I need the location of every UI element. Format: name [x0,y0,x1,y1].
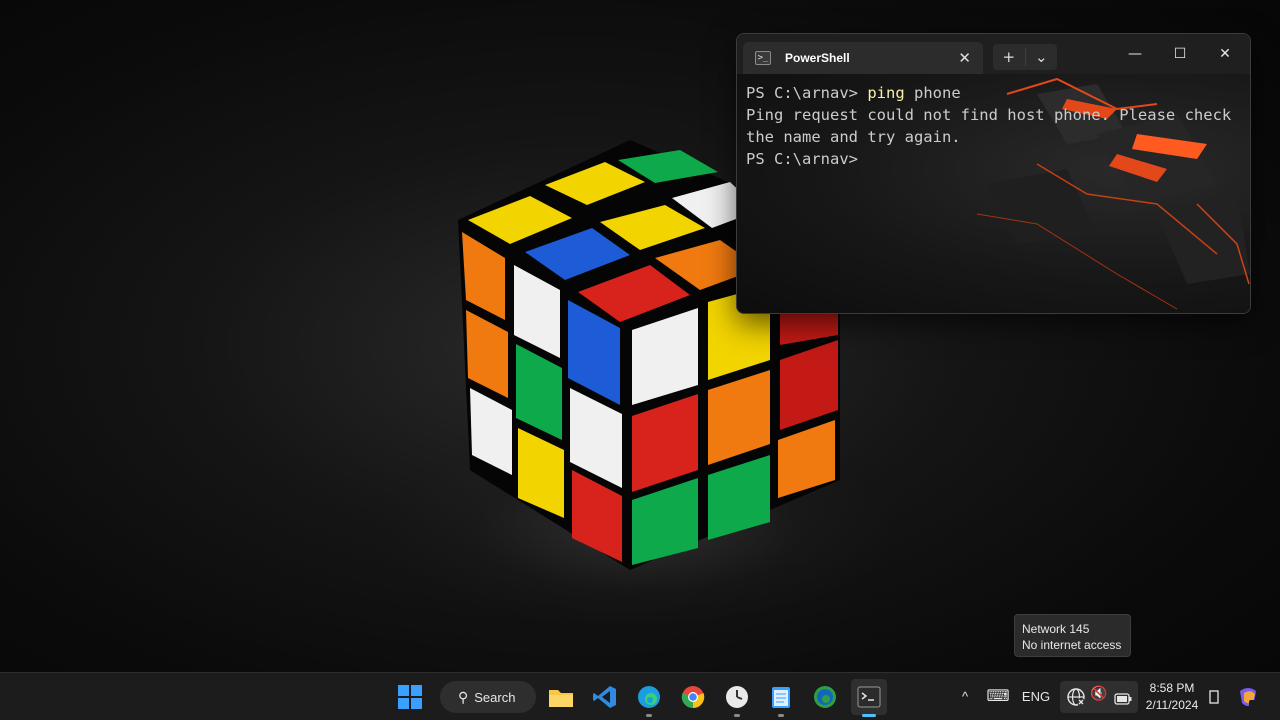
notepad-icon[interactable] [763,679,799,717]
close-tab-icon[interactable]: ✕ [958,48,971,68]
clock-app-icon[interactable] [719,679,755,717]
copilot-icon[interactable] [1230,679,1266,715]
prompt: PS C:\arnav> [746,150,858,168]
system-clock[interactable]: 8:58 PM 2/11/2024 [1142,680,1202,714]
language-indicator[interactable]: ENG [1020,683,1052,711]
notifications-icon[interactable] [1206,683,1222,711]
edge-dev-icon[interactable] [807,679,843,715]
chrome-icon[interactable] [675,679,711,715]
running-indicator [778,714,784,717]
new-tab-button[interactable]: + [993,44,1025,70]
running-indicator [646,714,652,717]
running-indicator [734,714,740,717]
edge-icon[interactable] [631,679,667,717]
command-args: phone [904,84,961,102]
volume-muted-icon: 🔇 [1090,686,1108,702]
keyboard-icon[interactable]: ⌨ [985,683,1011,711]
tab-actions: + ⌄ [993,44,1057,70]
clock-time: 8:58 PM [1149,681,1195,695]
tooltip-network-status: No internet access [1022,638,1122,652]
show-hidden-icons-chevron[interactable]: ^ [955,683,975,711]
terminal-icon[interactable] [851,679,887,717]
network-volume-battery-button[interactable]: 🔇 [1060,681,1138,713]
tab-dropdown-button[interactable]: ⌄ [1026,44,1058,70]
network-tooltip: Network 145 No internet access [1014,614,1131,657]
clock-date: 2/11/2024 [1145,698,1199,712]
prompt: PS C:\arnav> [746,84,868,102]
maximize-button[interactable]: ☐ [1160,40,1200,68]
battery-icon [1114,690,1132,709]
search-icon: ⚲ [458,688,469,705]
window-titlebar[interactable]: >_ PowerShell ✕ + ⌄ — ☐ ✕ [737,34,1250,74]
windows-start-icon[interactable] [392,679,428,715]
file-explorer-icon[interactable] [543,679,579,715]
tooltip-network-name: Network 145 [1022,622,1090,636]
taskbar-search[interactable]: ⚲ Search [440,681,536,713]
error-output: Ping request could not find host phone. … [746,106,1241,146]
network-globe-icon [1066,687,1086,711]
search-label: Search [474,689,516,705]
powershell-window[interactable]: >_ PowerShell ✕ + ⌄ — ☐ ✕ PS C:\arnav> p… [736,33,1251,314]
tab-powershell[interactable]: >_ PowerShell ✕ [743,42,983,74]
vscode-icon[interactable] [587,679,623,715]
command: ping [867,84,905,102]
terminal-text: PS C:\arnav> ping phone Ping request cou… [746,82,1236,170]
taskbar: ⚲ Search ^ ⌨ ENG 🔇 8:58 PM 2/11/2024 [0,672,1280,720]
powershell-icon: >_ [755,51,771,65]
terminal-output[interactable]: PS C:\arnav> ping phone Ping request cou… [737,74,1250,313]
running-indicator [862,714,876,717]
tab-title: PowerShell [785,51,850,65]
close-window-button[interactable]: ✕ [1205,40,1245,68]
minimize-button[interactable]: — [1115,40,1155,68]
